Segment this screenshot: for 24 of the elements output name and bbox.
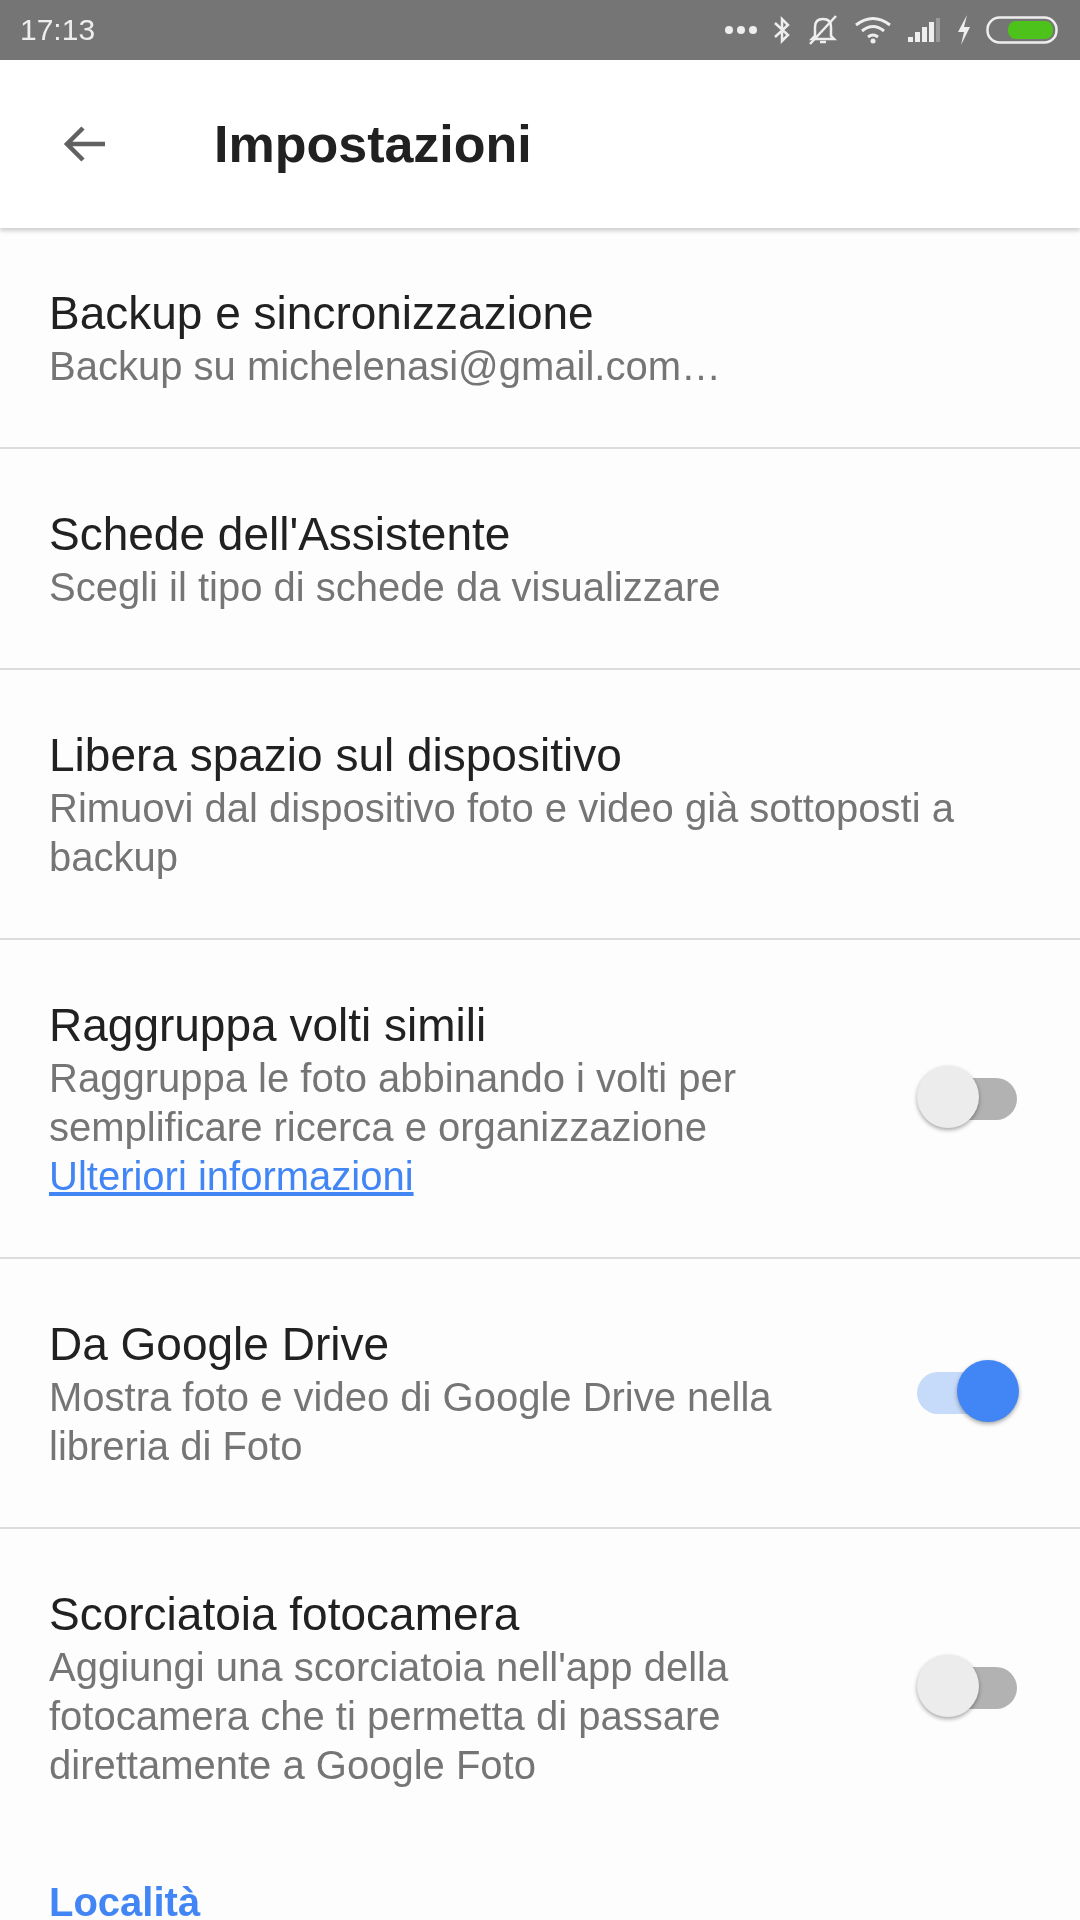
setting-title: Da Google Drive xyxy=(49,1317,391,1372)
setting-title: Backup e sincronizzazione xyxy=(49,286,595,341)
bell-muted-icon xyxy=(806,14,840,46)
setting-description: Raggruppa le foto abbinando i volti per semplificare ricerca e organizzazione xyxy=(49,1055,738,1151)
setting-description: Rimuovi dal dispositivo foto e video già sottoposti a backup xyxy=(49,785,955,881)
battery-icon xyxy=(986,16,1058,44)
status-time: 17:13 xyxy=(20,13,96,47)
setting-title: Raggruppa volti simili xyxy=(49,998,488,1053)
setting-description: Mostra foto e video di Google Drive nella libreria di Foto xyxy=(49,1374,773,1470)
setting-title: Schede dell'Assistente xyxy=(49,507,512,562)
setting-title: Scorciatoia fotocamera xyxy=(49,1587,521,1642)
more-dots-icon xyxy=(724,25,758,35)
setting-description: Aggiungi una scorciatoia nell'app della fotocamera che ti permetta di passare direttamente a Google Foto xyxy=(49,1644,730,1789)
setting-description: Backup su michelenasi@gmail.com… xyxy=(49,343,722,390)
setting-title: Libera spazio sul dispositivo xyxy=(49,728,623,783)
wifi-icon xyxy=(854,16,892,44)
bluetooth-icon xyxy=(772,15,792,45)
back-arrow-icon xyxy=(63,124,107,164)
signal-icon xyxy=(906,17,942,43)
charging-icon xyxy=(956,14,972,46)
screen-title: Impostazioni xyxy=(214,114,532,174)
section-header: Località xyxy=(48,1879,202,1920)
learn-more-link[interactable]: Ulteriori informazioni xyxy=(49,1152,414,1201)
setting-description: Scegli il tipo di schede da visualizzare xyxy=(49,564,722,611)
